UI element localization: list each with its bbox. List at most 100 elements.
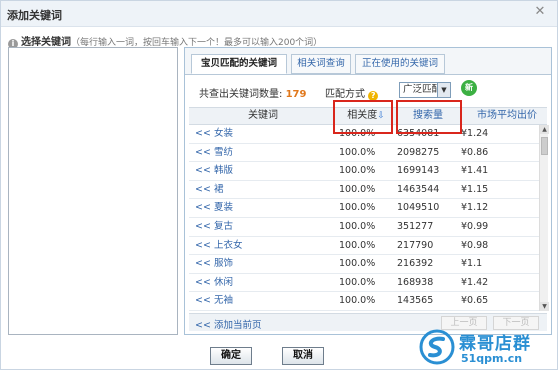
table-row: << 裙 100.0% 1463544 ¥1.15 [189, 181, 539, 200]
volume-cell: 1699143 [397, 165, 440, 177]
keyword-add-link[interactable]: << 服饰 [195, 255, 233, 273]
relevance-cell: 100.0% [339, 221, 376, 232]
dialog-title: 添加关键词 [7, 9, 62, 22]
keyword-add-link[interactable]: << 女装 [195, 125, 233, 143]
keyword-text: 裙 [213, 183, 224, 195]
volume-cell: 143565 [397, 295, 434, 307]
keyword-table-body: << 女装 100.0% 6354081 ¥1.24 << 雪纺 100.0% … [189, 125, 539, 311]
add-arrow: << [195, 239, 211, 251]
price-cell: ¥1.24 [461, 128, 489, 139]
close-icon[interactable]: ✕ [533, 5, 547, 19]
keyword-text: 韩版 [213, 165, 233, 177]
add-arrow: << [195, 221, 211, 232]
keyword-add-link[interactable]: << 上衣女 [195, 237, 242, 255]
keyword-add-link[interactable]: << 复古 [195, 218, 233, 236]
relevance-cell: 100.0% [339, 239, 376, 251]
match-type-select[interactable]: 广泛匹配 ▼ [399, 82, 451, 98]
tab-related-search[interactable]: 相关词查询 [291, 54, 351, 74]
price-cell: ¥0.98 [461, 239, 489, 251]
add-arrow: << [195, 276, 211, 288]
count-label: 共查出关键词数量: [199, 89, 283, 100]
keyword-text: 复古 [213, 221, 233, 232]
col-keyword: 关键词 [248, 110, 278, 121]
relevance-cell: 100.0% [339, 258, 376, 270]
volume-cell: 168938 [397, 276, 434, 288]
keyword-text: 夏装 [213, 202, 233, 214]
volume-cell: 1463544 [397, 183, 440, 195]
keyword-suggestion-panel: 宝贝匹配的关键词 相关词查询 正在使用的关键词 共查出关键词数量: 179 匹配… [184, 47, 552, 335]
scroll-down-icon[interactable]: ▼ [540, 302, 549, 311]
keyword-add-link[interactable]: << 韩版 [195, 162, 233, 180]
keyword-text: 雪纺 [213, 146, 233, 158]
keyword-text: 女装 [213, 128, 233, 139]
keyword-add-link[interactable]: << 无袖 [195, 292, 233, 310]
tab-matched-keywords[interactable]: 宝贝匹配的关键词 [191, 54, 287, 74]
price-cell: ¥1.1 [461, 258, 483, 270]
dialog-titlebar: 添加关键词 ✕ [1, 1, 557, 27]
add-arrow: << [195, 165, 211, 177]
price-cell: ¥0.99 [461, 221, 489, 232]
price-cell: ¥1.15 [461, 183, 489, 195]
match-type-label: 匹配方式 ? [325, 85, 379, 101]
keyword-text: 无袖 [213, 295, 233, 307]
table-row: << 雪纺 100.0% 2098275 ¥0.86 [189, 144, 539, 163]
add-arrow: << [195, 258, 211, 270]
table-row: << 上衣女 100.0% 217790 ¥0.98 [189, 237, 539, 256]
match-label: 匹配方式 [325, 89, 365, 100]
table-scrollbar[interactable]: ▲ ▼ [539, 125, 549, 311]
table-row: << 韩版 100.0% 1699143 ¥1.41 [189, 162, 539, 181]
add-arrow: << [195, 202, 211, 214]
highlight-box-search-volume [396, 100, 462, 134]
volume-cell: 217790 [397, 239, 434, 251]
relevance-cell: 100.0% [339, 146, 376, 158]
keyword-text: 上衣女 [213, 239, 243, 251]
add-keyword-dialog: 添加关键词 ✕ i 选择关键词（每行输入一词，按回车输入下一个！最多可以输入200… [0, 0, 558, 370]
table-row: << 复古 100.0% 351277 ¥0.99 [189, 218, 539, 237]
add-current-page-link[interactable]: << 添加当前页 [195, 317, 261, 331]
volume-cell: 2098275 [397, 146, 440, 158]
scroll-up-icon[interactable]: ▲ [540, 125, 549, 134]
keyword-add-link[interactable]: << 休闲 [195, 274, 233, 292]
confirm-button[interactable]: 确定 [210, 347, 252, 365]
keyword-instruction: i 选择关键词（每行输入一词，按回车输入下一个！最多可以输入200个词） [8, 33, 322, 49]
scroll-thumb[interactable] [541, 137, 548, 155]
volume-cell: 216392 [397, 258, 434, 270]
watermark-name: 霖哥店群 [459, 334, 531, 354]
table-row: << 服饰 100.0% 216392 ¥1.1 [189, 255, 539, 274]
add-arrow: << [195, 183, 211, 195]
volume-cell: 351277 [397, 221, 434, 232]
add-arrow: << [195, 295, 211, 307]
price-cell: ¥1.42 [461, 276, 489, 288]
price-cell: ¥1.12 [461, 202, 489, 214]
highlight-box-relevance [333, 100, 393, 134]
watermark-logo-icon [419, 329, 455, 365]
add-arrow: << [195, 146, 211, 158]
keyword-input-area[interactable] [8, 47, 178, 335]
price-cell: ¥0.86 [461, 146, 489, 158]
cancel-button[interactable]: 取消 [282, 347, 324, 365]
keyword-add-link[interactable]: << 裙 [195, 181, 223, 199]
price-cell: ¥0.65 [461, 295, 489, 307]
match-selected-value: 广泛匹配 [403, 84, 442, 95]
add-arrow: << [195, 128, 211, 139]
table-row: << 夏装 100.0% 1049510 ¥1.12 [189, 199, 539, 218]
keyword-add-link[interactable]: << 雪纺 [195, 144, 233, 162]
watermark-url: 51qpm.cn [461, 352, 523, 365]
price-cell: ¥1.41 [461, 165, 489, 177]
keyword-text: 服饰 [213, 258, 233, 270]
new-badge: 新 [461, 80, 477, 96]
table-row: << 无袖 100.0% 143565 ¥0.65 [189, 292, 539, 311]
col-avg-price[interactable]: 市场平均出价 [467, 108, 547, 124]
keyword-text: 休闲 [213, 276, 233, 288]
keyword-add-link[interactable]: << 夏装 [195, 199, 233, 217]
relevance-cell: 100.0% [339, 295, 376, 307]
relevance-cell: 100.0% [339, 276, 376, 288]
table-row: << 休闲 100.0% 168938 ¥1.42 [189, 274, 539, 293]
chevron-down-icon[interactable]: ▼ [437, 83, 450, 97]
relevance-cell: 100.0% [339, 165, 376, 177]
relevance-cell: 100.0% [339, 202, 376, 214]
keyword-count: 179 [285, 89, 307, 100]
volume-cell: 1049510 [397, 202, 440, 214]
relevance-cell: 100.0% [339, 183, 376, 195]
tab-active-keywords[interactable]: 正在使用的关键词 [355, 54, 445, 74]
